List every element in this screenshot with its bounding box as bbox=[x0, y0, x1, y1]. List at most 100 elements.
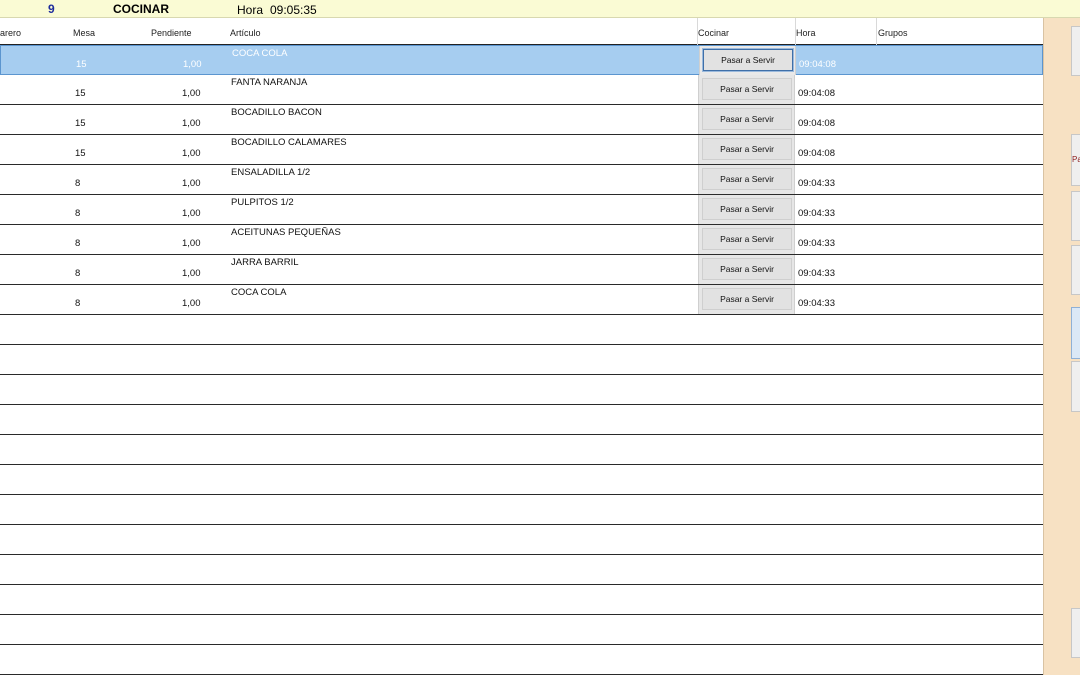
cell-pendiente: 1,00 bbox=[182, 298, 201, 309]
cell-pendiente: 1,00 bbox=[182, 118, 201, 129]
table-row[interactable]: 8 1,00 ENSALADILLA 1/2 Pasar a Servir 09:04:… bbox=[0, 165, 1043, 195]
header-pendiente[interactable]: Pendiente bbox=[151, 28, 192, 38]
cell-articulo: ACEITUNAS PEQUEÑAS bbox=[231, 227, 341, 238]
pasar-a-servir-button[interactable]: Pasar a Servir bbox=[702, 78, 792, 100]
empty-table-row bbox=[0, 435, 1043, 465]
pasar-a-servir-button[interactable]: Pasar a Servir bbox=[702, 48, 794, 72]
cell-mesa: 15 bbox=[75, 118, 86, 129]
side-button-label: Pa bbox=[1072, 155, 1080, 164]
cell-hora: 09:04:33 bbox=[798, 238, 835, 249]
current-time: 09:05:35 bbox=[270, 3, 317, 17]
empty-table-row bbox=[0, 495, 1043, 525]
cell-mesa: 8 bbox=[75, 298, 81, 309]
cell-cocinar: Pasar a Servir bbox=[698, 105, 795, 134]
cell-cocinar: Pasar a Servir bbox=[699, 46, 796, 75]
cell-pendiente: 1,00 bbox=[182, 268, 201, 279]
cell-articulo: COCA COLA bbox=[232, 48, 288, 59]
header-divider bbox=[795, 18, 796, 45]
side-button-active[interactable] bbox=[1071, 307, 1080, 359]
header-divider bbox=[876, 18, 877, 45]
cell-articulo: BOCADILLO CALAMARES bbox=[231, 137, 347, 148]
cell-hora: 09:04:33 bbox=[798, 178, 835, 189]
pasar-a-servir-button[interactable]: Pasar a Servir bbox=[702, 138, 792, 160]
empty-table-row bbox=[0, 405, 1043, 435]
cell-mesa: 8 bbox=[75, 178, 81, 189]
cell-cocinar: Pasar a Servir bbox=[698, 195, 795, 224]
pasar-a-servir-button[interactable]: Pasar a Servir bbox=[702, 288, 792, 310]
table-row[interactable]: 8 1,00 JARRA BARRIL Pasar a Servir 09:04:33 bbox=[0, 255, 1043, 285]
cell-cocinar: Pasar a Servir bbox=[698, 255, 795, 284]
orders-grid: arero Mesa Pendiente Artículo Cocinar Ho… bbox=[0, 18, 1043, 675]
cell-cocinar: Pasar a Servir bbox=[698, 285, 795, 314]
cell-pendiente: 1,00 bbox=[182, 88, 201, 99]
empty-table-row bbox=[0, 555, 1043, 585]
empty-table-row bbox=[0, 615, 1043, 645]
cell-mesa: 15 bbox=[75, 88, 86, 99]
cell-articulo: ENSALADILLA 1/2 bbox=[231, 167, 311, 178]
table-row[interactable]: 8 1,00 COCA COLA Pasar a Servir 09:04:33 bbox=[0, 285, 1043, 315]
side-button[interactable] bbox=[1071, 361, 1080, 412]
header-mesa[interactable]: Mesa bbox=[73, 28, 95, 38]
side-panel: Pa bbox=[1043, 18, 1080, 675]
cell-mesa: 15 bbox=[76, 59, 87, 70]
top-status-bar: 9 COCINAR Hora 09:05:35 bbox=[0, 0, 1080, 18]
cell-pendiente: 1,00 bbox=[182, 148, 201, 159]
order-count: 9 bbox=[48, 2, 55, 16]
cell-hora: 09:04:08 bbox=[798, 118, 835, 129]
header-hora[interactable]: Hora bbox=[796, 28, 816, 38]
cell-pendiente: 1,00 bbox=[182, 178, 201, 189]
time-label: Hora bbox=[237, 3, 264, 17]
mode-title: COCINAR bbox=[113, 2, 169, 16]
empty-table-row bbox=[0, 345, 1043, 375]
empty-table-row bbox=[0, 375, 1043, 405]
pasar-a-servir-button[interactable]: Pasar a Servir bbox=[702, 108, 792, 130]
side-button[interactable] bbox=[1071, 26, 1080, 76]
cell-cocinar: Pasar a Servir bbox=[698, 75, 795, 104]
table-row[interactable]: 15 1,00 FANTA NARANJA Pasar a Servir 09:04:0… bbox=[0, 75, 1043, 105]
header-grupos[interactable]: Grupos bbox=[878, 28, 908, 38]
cell-pendiente: 1,00 bbox=[183, 59, 202, 70]
empty-table-row bbox=[0, 525, 1043, 555]
header-camarero[interactable]: arero bbox=[0, 28, 21, 38]
table-row[interactable]: 15 1,00 BOCADILLO CALAMARES Pasar a Servir 0… bbox=[0, 135, 1043, 165]
cell-articulo: JARRA BARRIL bbox=[231, 257, 299, 268]
cell-mesa: 15 bbox=[75, 148, 86, 159]
cell-hora: 09:04:33 bbox=[798, 268, 835, 279]
cell-articulo: FANTA NARANJA bbox=[231, 77, 308, 88]
table-row[interactable]: 15 1,00 BOCADILLO BACON Pasar a Servir 09:04… bbox=[0, 105, 1043, 135]
side-button[interactable] bbox=[1071, 245, 1080, 295]
side-button[interactable] bbox=[1071, 191, 1080, 241]
table-row[interactable]: 8 1,00 PULPITOS 1/2 Pasar a Servir 09:04:33 bbox=[0, 195, 1043, 225]
cell-pendiente: 1,00 bbox=[182, 208, 201, 219]
empty-table-row bbox=[0, 465, 1043, 495]
pasar-a-servir-button[interactable]: Pasar a Servir bbox=[702, 168, 792, 190]
cell-hora: 09:04:33 bbox=[798, 208, 835, 219]
table-row[interactable]: 15 1,00 COCA COLA Pasar a Servir 09:04:08 bbox=[0, 45, 1043, 75]
side-button[interactable] bbox=[1071, 608, 1080, 658]
cell-mesa: 8 bbox=[75, 268, 81, 279]
cell-cocinar: Pasar a Servir bbox=[698, 225, 795, 254]
empty-table-row bbox=[0, 315, 1043, 345]
cell-hora: 09:04:33 bbox=[798, 298, 835, 309]
cell-mesa: 8 bbox=[75, 238, 81, 249]
cell-hora: 09:04:08 bbox=[798, 88, 835, 99]
header-articulo[interactable]: Artículo bbox=[230, 28, 261, 38]
pasar-a-servir-button[interactable]: Pasar a Servir bbox=[702, 258, 792, 280]
pasar-a-servir-button[interactable]: Pasar a Servir bbox=[702, 198, 792, 220]
cell-articulo: COCA COLA bbox=[231, 287, 287, 298]
empty-table-row bbox=[0, 585, 1043, 615]
cell-hora: 09:04:08 bbox=[798, 148, 835, 159]
cell-cocinar: Pasar a Servir bbox=[698, 165, 795, 194]
cell-cocinar: Pasar a Servir bbox=[698, 135, 795, 164]
header-cocinar[interactable]: Cocinar bbox=[698, 28, 729, 38]
cell-articulo: PULPITOS 1/2 bbox=[231, 197, 294, 208]
cell-hora: 09:04:08 bbox=[799, 59, 836, 70]
table-row[interactable]: 8 1,00 ACEITUNAS PEQUEÑAS Pasar a Servir 09:… bbox=[0, 225, 1043, 255]
pasar-a-servir-button[interactable]: Pasar a Servir bbox=[702, 228, 792, 250]
cell-articulo: BOCADILLO BACON bbox=[231, 107, 322, 118]
empty-table-row bbox=[0, 645, 1043, 675]
header-divider bbox=[697, 18, 698, 45]
cell-mesa: 8 bbox=[75, 208, 81, 219]
cell-pendiente: 1,00 bbox=[182, 238, 201, 249]
grid-header: arero Mesa Pendiente Artículo Cocinar Ho… bbox=[0, 18, 1043, 45]
